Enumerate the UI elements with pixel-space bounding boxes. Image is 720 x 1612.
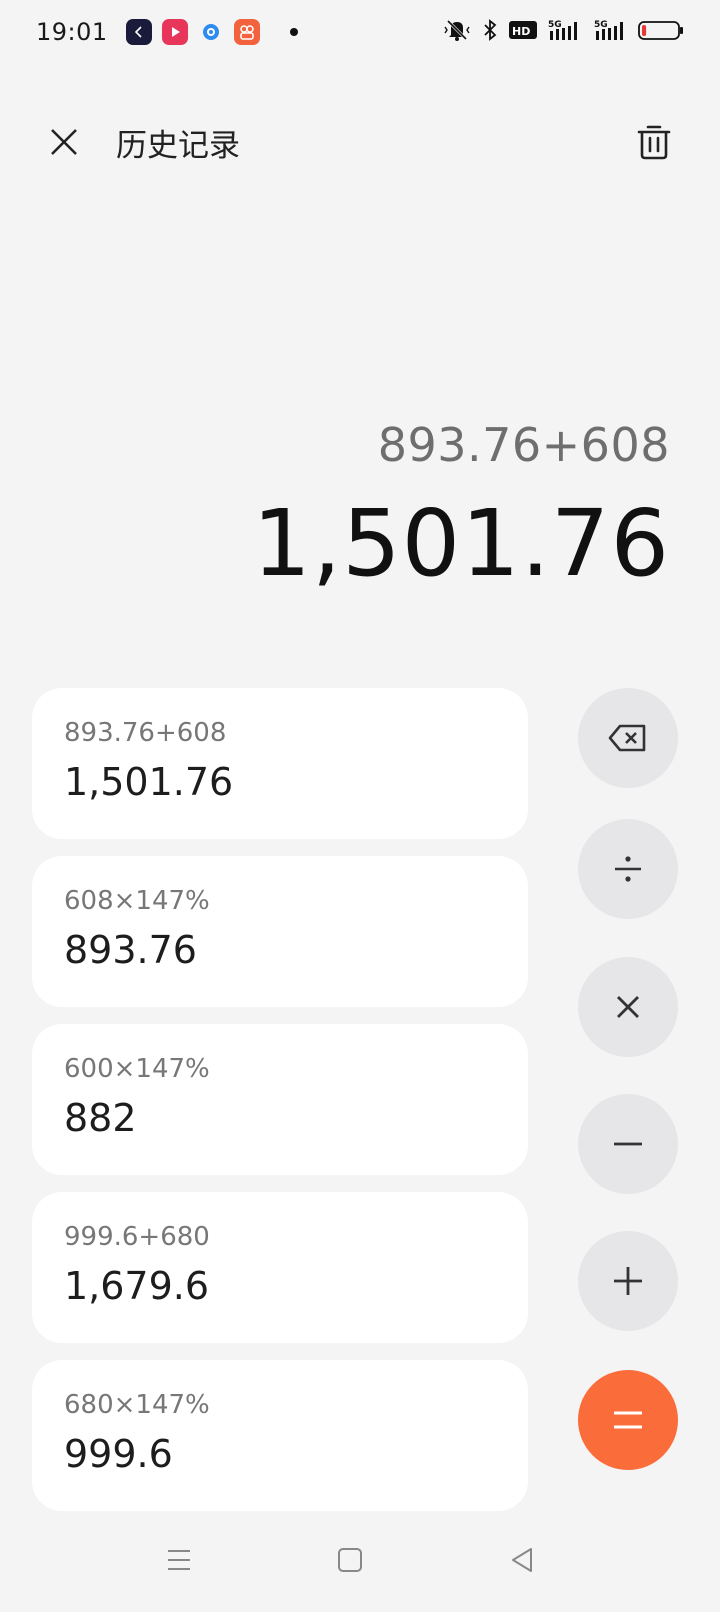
signal-5g-icon: 5G [548,18,582,46]
divide-icon [615,856,641,882]
status-bar: 19:01 HD 5G 5G [0,0,720,64]
history-expression: 893.76+608 [64,718,227,748]
history-expression: 608×147% [64,886,210,916]
multiply-button[interactable] [578,957,678,1057]
history-result: 1,501.76 [64,760,234,804]
back-icon [512,1548,532,1572]
svg-text:HD: HD [512,25,530,38]
history-item[interactable]: 608×147% 893.76 [32,856,528,1007]
video-app-icon [161,19,188,45]
home-icon [338,1548,362,1572]
hd-icon: HD [508,19,538,45]
history-expression: 999.6+680 [64,1222,210,1252]
plus-icon [614,1267,642,1295]
svg-text:5G: 5G [594,20,608,30]
clear-history-button[interactable] [628,116,680,168]
history-result: 1,679.6 [64,1264,210,1308]
page-title: 历史记录 [116,128,240,164]
current-result: 1,501.76 [252,490,670,597]
menu-icon [168,1550,190,1570]
system-nav-bar [0,1530,720,1612]
bluetooth-icon [482,18,498,46]
backspace-icon [608,724,646,752]
history-item[interactable]: 600×147% 882 [32,1024,528,1175]
history-item[interactable]: 999.6+680 1,679.6 [32,1192,528,1343]
mute-bell-icon [442,18,472,46]
status-time: 19:01 [36,18,108,46]
menu-button[interactable] [149,1530,209,1590]
equals-icon [614,1411,642,1429]
current-expression: 893.76+608 [377,418,670,472]
home-button[interactable] [320,1530,380,1590]
history-item[interactable]: 680×147% 999.6 [32,1360,528,1511]
divide-button[interactable] [578,819,678,919]
history-expression: 680×147% [64,1390,210,1420]
notification-app-icons [125,19,298,45]
calculator-display: 893.76+608 1,501.76 [252,418,670,597]
back-app-icon [125,19,152,45]
backspace-button[interactable] [578,688,678,788]
browser-app-icon [198,19,224,45]
history-item[interactable]: 893.76+608 1,501.76 [32,688,528,839]
minus-icon [614,1142,642,1146]
svg-text:5G: 5G [548,20,562,30]
history-result: 999.6 [64,1432,173,1476]
close-button[interactable] [40,118,88,166]
camera-app-icon [233,19,260,45]
history-result: 893.76 [64,928,197,972]
header: 历史记录 [0,100,720,180]
close-icon [51,129,77,155]
back-button[interactable] [492,1530,552,1590]
equals-button[interactable] [578,1370,678,1470]
plus-button[interactable] [578,1231,678,1331]
notification-dot [289,28,298,36]
history-list: 893.76+608 1,501.76 608×147% 893.76 600×… [32,688,528,1528]
status-indicators: HD 5G 5G [442,18,684,46]
history-result: 882 [64,1096,137,1140]
battery-icon [638,18,684,46]
minus-button[interactable] [578,1094,678,1194]
multiply-icon [617,996,639,1018]
history-expression: 600×147% [64,1054,210,1084]
signal-5g-icon: 5G [592,18,628,46]
trash-icon [637,125,671,160]
